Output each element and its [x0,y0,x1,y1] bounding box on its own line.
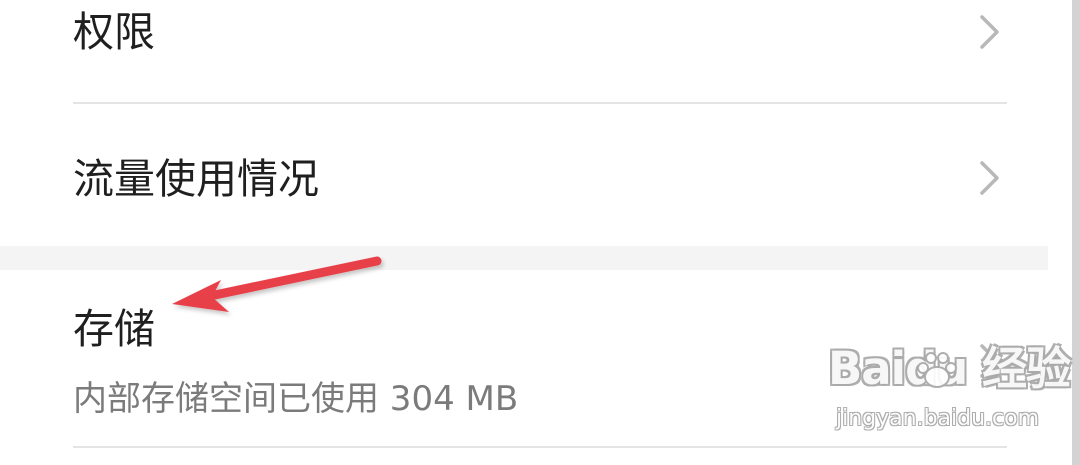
row-divider [73,446,1007,448]
chevron-right-icon [980,161,999,195]
section-gap [0,246,1048,270]
settings-row-title: 存储 [73,305,155,353]
scrollbar-thumb[interactable] [1072,0,1080,465]
settings-row-title: 流量使用情况 [73,155,319,203]
storage-usage-description: 内部存储空间已使用 304 MB [73,379,519,419]
settings-row-data-usage[interactable]: 流量使用情况 [0,104,1048,246]
settings-row-permissions[interactable]: 权限 [0,0,1048,102]
baidu-jingyan-watermark: Baidu 经验 jingyan.baidu.com [828,342,1071,438]
watermark-url: jingyan.baidu.com [836,406,1040,431]
paw-icon [917,352,957,388]
app-settings-screen: 权限 流量使用情况 存储 内部存储空间已使用 304 MB Baidu 经验 j… [0,0,1080,465]
chevron-right-icon [980,15,999,49]
settings-row-title: 权限 [73,8,155,56]
